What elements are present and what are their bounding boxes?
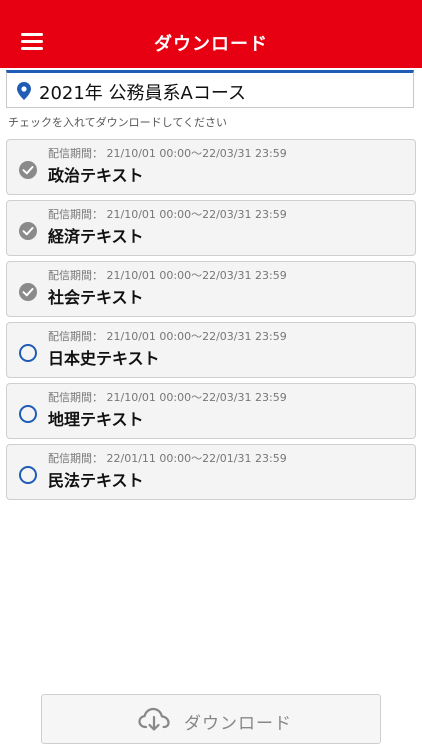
check-circle-icon[interactable] (19, 222, 37, 240)
empty-circle-icon[interactable] (19, 466, 37, 484)
list-item[interactable]: 配信期間： 22/01/11 00:00～22/01/31 23:59 民法テキス… (6, 444, 416, 500)
page-title: ダウンロード (154, 34, 268, 55)
instruction-text: チェックを入れてダウンロードしてください (8, 116, 228, 129)
check-circle-icon[interactable] (19, 161, 37, 179)
cloud-download-icon (138, 707, 170, 731)
text-list: 配信期間： 21/10/01 00:00～22/03/31 23:59 政治テキス… (6, 139, 416, 505)
delivery-period: 配信期間： 21/10/01 00:00～22/03/31 23:59 (48, 269, 287, 282)
course-selector[interactable]: 2021年 公務員系Aコース (6, 70, 414, 108)
delivery-period: 配信期間： 21/10/01 00:00～22/03/31 23:59 (48, 391, 287, 404)
item-title: 日本史テキスト (48, 349, 160, 368)
download-button-label: ダウンロード (184, 714, 292, 734)
location-pin-icon (17, 82, 31, 100)
empty-circle-icon[interactable] (19, 344, 37, 362)
app-header: ダウンロード (0, 0, 422, 68)
download-button[interactable]: ダウンロード (41, 694, 381, 744)
delivery-period: 配信期間： 22/01/11 00:00～22/01/31 23:59 (48, 452, 287, 465)
delivery-period: 配信期間： 21/10/01 00:00～22/03/31 23:59 (48, 330, 287, 343)
list-item[interactable]: 配信期間： 21/10/01 00:00～22/03/31 23:59 社会テキス… (6, 261, 416, 317)
delivery-period: 配信期間： 21/10/01 00:00～22/03/31 23:59 (48, 208, 287, 221)
list-item[interactable]: 配信期間： 21/10/01 00:00～22/03/31 23:59 政治テキス… (6, 139, 416, 195)
check-circle-icon[interactable] (19, 283, 37, 301)
list-item[interactable]: 配信期間： 21/10/01 00:00～22/03/31 23:59 地理テキス… (6, 383, 416, 439)
list-item[interactable]: 配信期間： 21/10/01 00:00～22/03/31 23:59 経済テキス… (6, 200, 416, 256)
item-title: 社会テキスト (48, 288, 144, 307)
item-title: 経済テキスト (48, 227, 144, 246)
empty-circle-icon[interactable] (19, 405, 37, 423)
delivery-period: 配信期間： 21/10/01 00:00～22/03/31 23:59 (48, 147, 287, 160)
item-title: 地理テキスト (48, 410, 144, 429)
list-item[interactable]: 配信期間： 21/10/01 00:00～22/03/31 23:59 日本史テキ… (6, 322, 416, 378)
item-title: 民法テキスト (48, 471, 144, 490)
course-name: 2021年 公務員系Aコース (39, 83, 246, 104)
item-title: 政治テキスト (48, 166, 144, 185)
